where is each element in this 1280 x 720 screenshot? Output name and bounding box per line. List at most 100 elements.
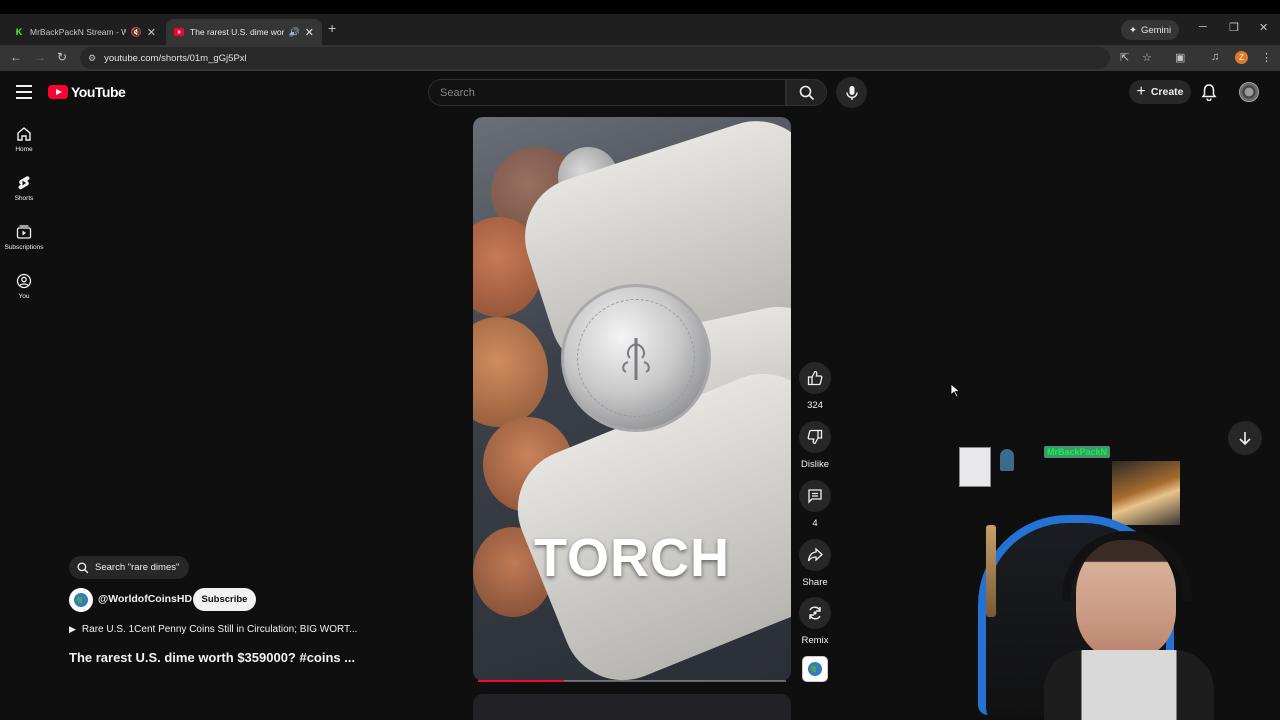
video-progress-fill [478, 680, 565, 682]
related-search-chip[interactable]: Search "rare dimes" [69, 556, 190, 579]
gemini-label: Gemini [1140, 24, 1172, 36]
next-short-preview[interactable] [473, 694, 791, 720]
shorts-icon [18, 176, 30, 190]
voice-search-button[interactable] [836, 77, 867, 108]
remix-button-circle[interactable] [799, 597, 831, 629]
create-button[interactable]: + Create [1129, 80, 1191, 104]
channel-avatar[interactable] [69, 588, 93, 612]
close-window-icon[interactable]: ✕ [1259, 21, 1268, 34]
dime-engraving [577, 299, 695, 417]
bookmark-star-icon[interactable]: ☆ [1142, 51, 1152, 64]
close-tab-icon[interactable]: ✕ [147, 26, 156, 39]
home-icon [17, 127, 31, 141]
restore-icon[interactable]: ❐ [1229, 21, 1239, 34]
share-button[interactable]: Share [797, 539, 833, 588]
address-bar[interactable]: ⚙ youtube.com/shorts/01m_gGj5Pxl [80, 47, 1110, 69]
dislike-label: Dislike [801, 459, 829, 470]
tab-title: MrBackPackN Stream - Wa [30, 27, 126, 37]
search-input[interactable]: Search [428, 79, 786, 106]
share-button-circle[interactable] [799, 539, 831, 571]
streamer-shirt-image [1044, 650, 1214, 720]
sidebar-item-you[interactable]: You [0, 273, 48, 300]
forward-icon[interactable]: → [34, 50, 46, 64]
youtube-logo[interactable]: YouTube [48, 84, 126, 100]
dislike-button-circle[interactable] [799, 421, 831, 453]
neon-sign: MrBackPackN [1044, 446, 1111, 458]
remix-icon [809, 606, 821, 620]
streamer-face-image [1076, 540, 1176, 658]
video-progress-bar[interactable] [478, 680, 786, 682]
search-icon [799, 85, 814, 100]
wall-photo-image [959, 447, 991, 487]
create-label: Create [1150, 86, 1184, 98]
more-menu-icon[interactable]: ⋮ [1261, 51, 1272, 64]
like-count: 324 [807, 400, 823, 411]
youtube-wordmark: YouTube [71, 84, 126, 100]
wooden-stick-image [986, 525, 996, 617]
you-icon [16, 273, 32, 289]
sidebar-item-label: Home [15, 146, 33, 153]
roosevelt-dime-image [561, 284, 711, 432]
browser-toolbar: ← → ↻ ⚙ youtube.com/shorts/01m_gGj5Pxl ⇱… [0, 45, 1280, 71]
install-app-icon[interactable]: ⇱ [1120, 51, 1129, 64]
sidebar-item-label: You [18, 293, 30, 300]
sound-thumbnail[interactable] [802, 656, 828, 682]
account-avatar[interactable] [1239, 82, 1259, 102]
share-label: Share [802, 577, 828, 588]
muted-icon[interactable]: 🔇 [131, 27, 142, 38]
figurine-image [1000, 449, 1014, 471]
play-icon: ▶ [69, 624, 76, 634]
tiger-poster-image [1112, 461, 1180, 525]
close-tab-icon[interactable]: ✕ [305, 26, 314, 39]
sidebar-item-subscriptions[interactable]: Subscriptions [0, 224, 48, 251]
sidebar-item-label: Shorts [14, 195, 34, 202]
share-icon [807, 547, 823, 562]
new-tab-button[interactable]: + [328, 20, 336, 36]
comments-button[interactable]: 4 [797, 480, 833, 529]
minimize-icon[interactable]: ─ [1199, 21, 1207, 33]
browser-tab-stream[interactable]: K MrBackPackN Stream - Wa 🔇 ✕ [6, 19, 164, 45]
comment-count: 4 [812, 518, 818, 529]
top-bezel [0, 0, 1280, 14]
bell-icon [1201, 84, 1217, 102]
speaker-icon[interactable]: 🔊 [289, 27, 300, 38]
related-video-title: Rare U.S. 1Cent Penny Coins Still in Cir… [81, 624, 358, 635]
site-info-icon[interactable]: ⚙ [88, 53, 96, 64]
url-text: youtube.com/shorts/01m_gGj5Pxl [104, 52, 247, 64]
sidebar-item-shorts[interactable]: Shorts [0, 175, 48, 202]
sidebar-item-home[interactable]: Home [0, 126, 48, 153]
remix-button[interactable]: Remix [797, 597, 833, 646]
short-title[interactable]: The rarest U.S. dime worth $359000? #coi… [69, 650, 355, 665]
globe-logo-icon [808, 662, 822, 676]
globe-logo-icon [74, 593, 88, 607]
browser-tab-strip: K MrBackPackN Stream - Wa 🔇 ✕ The rarest… [0, 14, 1280, 45]
gemini-button[interactable]: ✦ Gemini [1121, 20, 1180, 40]
reload-icon[interactable]: ↻ [57, 50, 67, 64]
channel-name[interactable]: @WorldofCoinsHD [98, 593, 192, 605]
comment-icon [808, 489, 822, 504]
related-video-link[interactable]: ▶ Rare U.S. 1Cent Penny Coins Still in C… [69, 624, 357, 635]
profile-avatar[interactable]: Z [1235, 51, 1248, 64]
media-controls-icon[interactable]: ♫ [1211, 51, 1219, 63]
arrow-down-icon [1239, 432, 1251, 445]
youtube-play-icon [48, 85, 68, 99]
shorts-video-player[interactable]: TORCH [473, 117, 791, 681]
browser-tab-youtube[interactable]: The rarest U.S. dime worth 🔊 ✕ [166, 19, 322, 45]
like-button[interactable]: 324 [797, 362, 833, 411]
subscribe-button[interactable]: Subscribe [193, 588, 256, 611]
comments-button-circle[interactable] [799, 480, 831, 512]
gemini-sparkle-icon: ✦ [1129, 24, 1137, 36]
penny-image [473, 317, 548, 427]
search-button[interactable] [786, 79, 827, 106]
kick-favicon-icon: K [15, 27, 23, 37]
thumbs-up-icon [807, 370, 823, 386]
hamburger-menu-icon[interactable] [16, 85, 32, 99]
like-button-circle[interactable] [799, 362, 831, 394]
dislike-button[interactable]: Dislike [797, 421, 833, 470]
streamer-webcam-overlay: MrBackPackN [958, 445, 1258, 720]
sidebar-panel-icon[interactable]: ▣ [1175, 51, 1185, 64]
remix-label: Remix [801, 635, 829, 646]
notifications-button[interactable] [1201, 83, 1217, 106]
back-icon[interactable]: ← [10, 50, 22, 64]
thumbs-down-icon [807, 429, 823, 445]
